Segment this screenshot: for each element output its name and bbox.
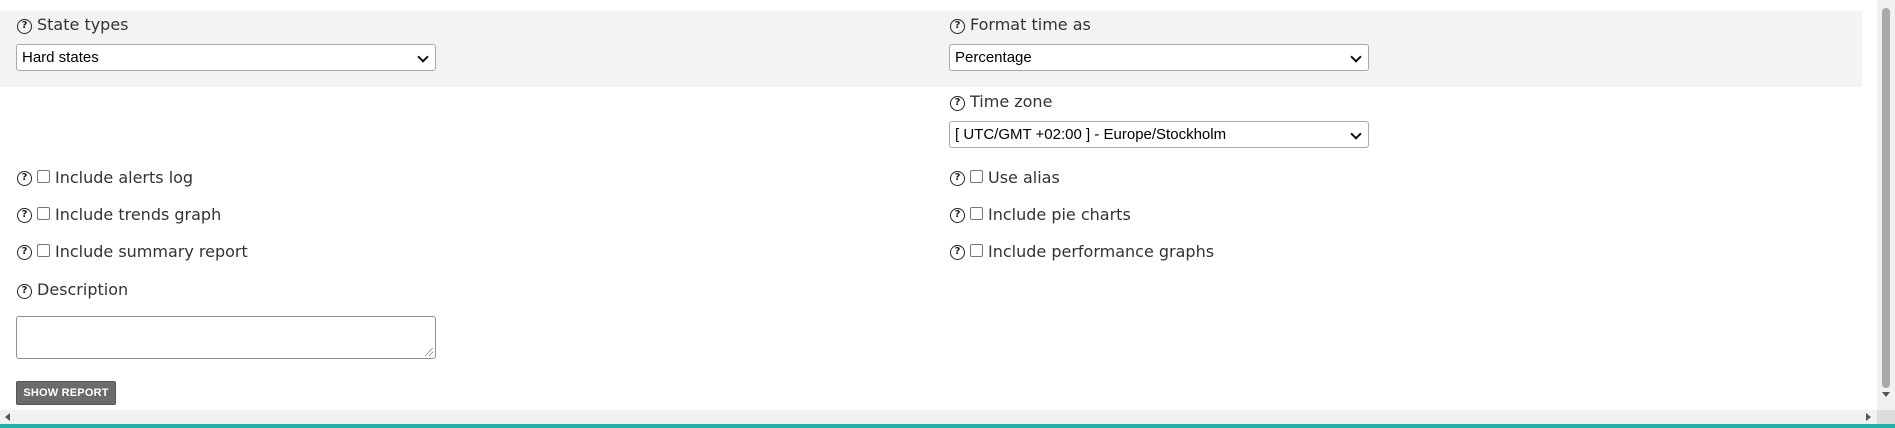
help-icon[interactable]: ? <box>950 19 965 34</box>
format-time-select[interactable]: Percentage <box>949 44 1369 71</box>
state-types-value: Hard states <box>22 49 99 66</box>
time-zone-select[interactable]: [ UTC/GMT +02:00 ] - Europe/Stockholm <box>949 121 1369 148</box>
vertical-scroll-thumb[interactable] <box>1882 8 1890 388</box>
show-report-button[interactable]: SHOW REPORT <box>16 381 116 405</box>
include-pie-charts-checkbox[interactable] <box>970 207 983 220</box>
chevron-down-icon <box>417 51 429 63</box>
description-label: Description <box>37 280 129 299</box>
include-performance-graphs-checkbox[interactable] <box>970 244 983 257</box>
include-summary-report-label: Include summary report <box>55 242 248 261</box>
state-types-label: State types <box>37 15 129 34</box>
use-alias-checkbox[interactable] <box>970 170 983 183</box>
format-time-label: Format time as <box>970 15 1091 34</box>
help-icon[interactable]: ? <box>950 245 965 260</box>
use-alias-label: Use alias <box>988 168 1060 187</box>
chevron-down-icon <box>1350 128 1362 140</box>
include-alerts-log-checkbox[interactable] <box>37 170 50 183</box>
report-options-form: ? State types Hard states ? Format time … <box>0 0 1877 410</box>
help-icon[interactable]: ? <box>17 284 32 299</box>
horizontal-scrollbar[interactable] <box>0 410 1877 424</box>
arrow-left-icon[interactable] <box>5 413 10 421</box>
arrow-down-icon[interactable] <box>1882 392 1890 397</box>
help-icon[interactable]: ? <box>17 19 32 34</box>
help-icon[interactable]: ? <box>950 96 965 111</box>
description-textarea[interactable] <box>16 316 436 359</box>
help-icon[interactable]: ? <box>950 208 965 223</box>
include-alerts-log-label: Include alerts log <box>55 168 194 187</box>
resize-grip-icon[interactable] <box>425 348 433 356</box>
window-bottom-border <box>0 424 1895 428</box>
include-performance-graphs-label: Include performance graphs <box>988 242 1215 261</box>
help-icon[interactable]: ? <box>17 208 32 223</box>
include-trends-graph-checkbox[interactable] <box>37 207 50 220</box>
chevron-down-icon <box>1350 51 1362 63</box>
time-zone-value: [ UTC/GMT +02:00 ] - Europe/Stockholm <box>955 126 1227 143</box>
time-zone-label: Time zone <box>970 92 1053 111</box>
arrow-right-icon[interactable] <box>1866 413 1871 421</box>
state-types-select[interactable]: Hard states <box>16 44 436 71</box>
help-icon[interactable]: ? <box>17 245 32 260</box>
help-icon[interactable]: ? <box>950 171 965 186</box>
include-pie-charts-label: Include pie charts <box>988 205 1131 224</box>
include-trends-graph-label: Include trends graph <box>55 205 222 224</box>
format-time-value: Percentage <box>955 49 1032 66</box>
scrollbar-corner <box>1877 410 1895 424</box>
vertical-scrollbar[interactable] <box>1877 0 1895 410</box>
help-icon[interactable]: ? <box>17 171 32 186</box>
include-summary-report-checkbox[interactable] <box>37 244 50 257</box>
